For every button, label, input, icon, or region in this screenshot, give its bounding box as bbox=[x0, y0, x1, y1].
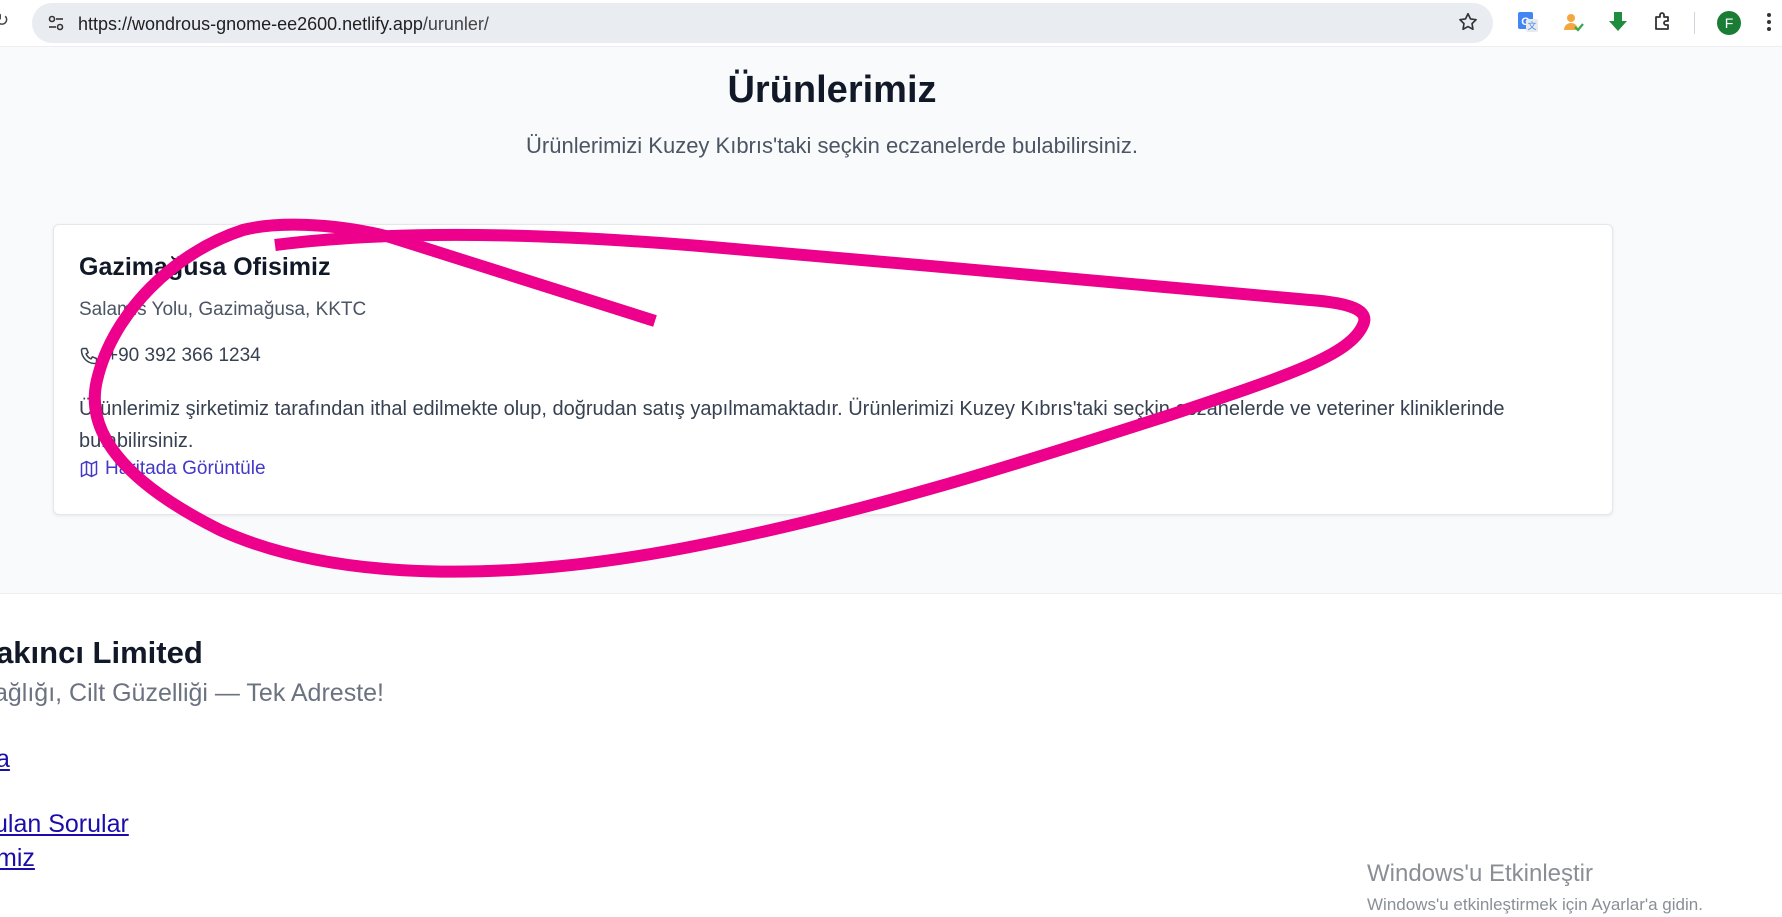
view-on-map-label: Haritada Görüntüle bbox=[105, 458, 266, 479]
url-path: /urunler/ bbox=[422, 14, 489, 34]
url-text[interactable]: https://wondrous-gnome-ee2600.netlify.ap… bbox=[78, 14, 489, 35]
reload-icon[interactable]: ↻ bbox=[0, 10, 9, 31]
bookmark-star-icon[interactable] bbox=[1457, 11, 1479, 33]
browser-toolbar: ↻ https://wondrous-gnome-ee2600.netlify.… bbox=[0, 0, 1782, 46]
map-icon bbox=[80, 460, 98, 478]
office-address: Salamis Yolu, Gazimağusa, KKTC bbox=[79, 299, 367, 320]
office-phone: +90 392 366 1234 bbox=[79, 345, 261, 367]
phone-number: +90 392 366 1234 bbox=[107, 345, 261, 366]
footer-link-1[interactable]: a bbox=[0, 745, 10, 774]
view-on-map-link[interactable]: Haritada Görüntüle bbox=[79, 458, 266, 480]
windows-activation-subtitle: Windows'u etkinleştirmek için Ayarlar'a … bbox=[1367, 895, 1703, 914]
office-name: Gazimağusa Ofisimiz bbox=[79, 253, 331, 281]
products-section: Ürünlerimiz Ürünlerimizi Kuzey Kıbrıs'ta… bbox=[0, 46, 1782, 594]
url-host: https://wondrous-gnome-ee2600.netlify.ap… bbox=[78, 14, 423, 34]
google-translate-icon[interactable]: G 文 bbox=[1516, 10, 1540, 34]
page-subtitle: Ürünlerimizi Kuzey Kıbrıs'taki seçkin ec… bbox=[526, 133, 1138, 158]
extensions-puzzle-icon[interactable] bbox=[1651, 10, 1675, 34]
site-info-icon[interactable] bbox=[46, 13, 66, 33]
download-icon[interactable] bbox=[1606, 10, 1630, 34]
phone-icon bbox=[80, 347, 98, 365]
toolbar-divider bbox=[1694, 12, 1695, 34]
footer-link-3[interactable]: miz bbox=[0, 844, 35, 873]
footer-tagline: ağlığı, Cilt Güzelliği — Tek Adreste! bbox=[0, 679, 384, 707]
svg-text:文: 文 bbox=[1527, 20, 1536, 32]
footer-brand: rakıncı Limited bbox=[0, 635, 203, 670]
footer-link-faq[interactable]: ulan Sorular bbox=[0, 810, 129, 839]
office-card: Gazimağusa Ofisimiz Salamis Yolu, Gazima… bbox=[53, 224, 1613, 515]
address-bar[interactable]: https://wondrous-gnome-ee2600.netlify.ap… bbox=[32, 3, 1493, 43]
profile-extension-icon[interactable] bbox=[1561, 10, 1585, 34]
page-title: Ürünlerimiz bbox=[727, 69, 937, 111]
profile-avatar[interactable]: F bbox=[1717, 11, 1741, 35]
menu-kebab-icon[interactable] bbox=[1766, 11, 1772, 35]
windows-activation-title: Windows'u Etkinleştir bbox=[1367, 860, 1593, 887]
office-description: Ürünlerimiz şirketimiz tarafından ithal … bbox=[79, 398, 1505, 452]
